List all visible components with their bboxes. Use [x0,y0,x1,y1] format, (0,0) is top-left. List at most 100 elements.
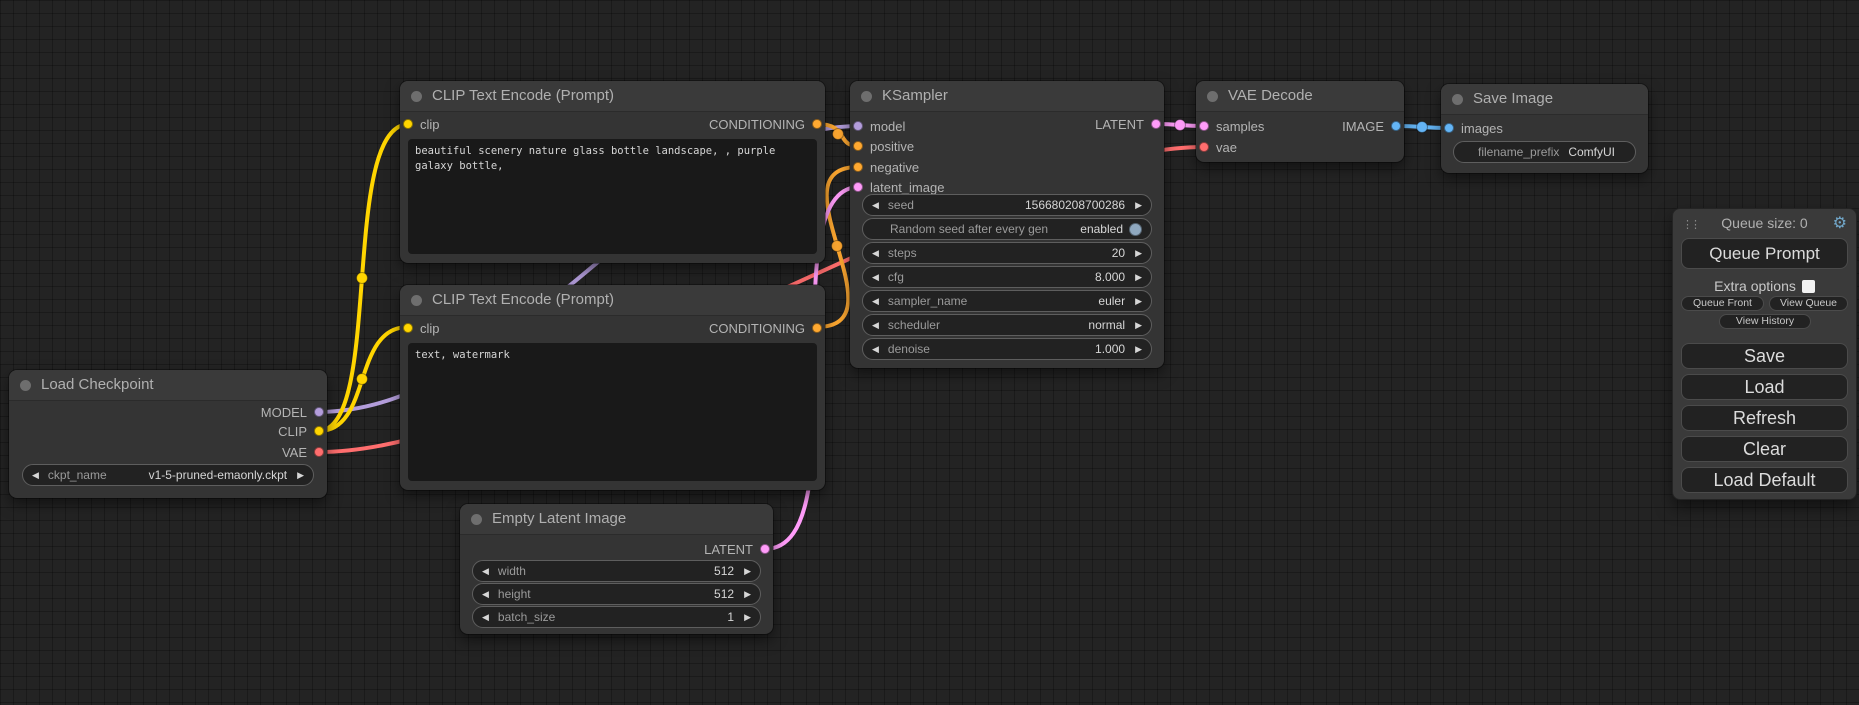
save-button[interactable]: Save [1681,343,1848,369]
conditioning-port-dot[interactable] [853,141,863,151]
output-port-conditioning[interactable]: CONDITIONING [709,117,822,131]
increment-arrow-icon[interactable]: ▶ [1135,201,1142,210]
clip-port-dot[interactable] [403,119,413,129]
ckpt-name-widget[interactable]: ◀ ckpt_name v1-5-pruned-emaonly.ckpt ▶ [22,464,314,486]
image-port-dot[interactable] [1444,123,1454,133]
decrement-arrow-icon[interactable]: ◀ [872,273,879,282]
gear-icon[interactable]: ⚙ [1833,215,1847,233]
clear-button[interactable]: Clear [1681,436,1848,462]
port-label: vae [1216,140,1237,155]
increment-arrow-icon[interactable]: ▶ [744,567,751,576]
node-collapse-dot[interactable] [411,91,422,102]
load-button[interactable]: Load [1681,374,1848,400]
input-port-clip[interactable]: clip [403,117,440,131]
decrement-arrow-icon[interactable]: ◀ [482,590,489,599]
latent-port-dot[interactable] [853,182,863,192]
vae-port-dot[interactable] [1199,142,1209,152]
batch-size-widget[interactable]: ◀ batch_size 1 ▶ [472,606,761,628]
widget-value: ComfyUI [1568,145,1615,159]
node-titlebar[interactable]: Empty Latent Image [460,504,773,535]
decrement-arrow-icon[interactable]: ◀ [482,613,489,622]
seed-widget[interactable]: ◀ seed 156680208700286 ▶ [862,194,1152,216]
node-clip-text-encode-negative: CLIP Text Encode (Prompt) clip CONDITION… [400,285,825,490]
cfg-widget[interactable]: ◀ cfg 8.000 ▶ [862,266,1152,288]
increment-arrow-icon[interactable]: ▶ [1135,273,1142,282]
negative-prompt-textarea[interactable]: text, watermark [408,343,817,481]
output-port-model[interactable]: MODEL [261,405,324,419]
decrement-arrow-icon[interactable]: ◀ [872,297,879,306]
node-titlebar[interactable]: CLIP Text Encode (Prompt) [400,285,825,316]
image-port-dot[interactable] [1391,121,1401,131]
input-port-images[interactable]: images [1444,121,1503,135]
input-port-negative[interactable]: negative [853,160,919,174]
decrement-arrow-icon[interactable]: ◀ [872,249,879,258]
input-port-clip[interactable]: clip [403,321,440,335]
node-titlebar[interactable]: Save Image [1441,84,1648,115]
increment-arrow-icon[interactable]: ▶ [744,613,751,622]
increment-arrow-icon[interactable]: ▶ [1135,249,1142,258]
height-widget[interactable]: ◀ height 512 ▶ [472,583,761,605]
filename-prefix-widget[interactable]: filename_prefix ComfyUI [1453,141,1636,163]
input-port-vae[interactable]: vae [1199,140,1237,154]
view-history-button[interactable]: View History [1719,314,1811,329]
view-queue-button[interactable]: View Queue [1769,296,1848,311]
toggle-enabled-icon[interactable] [1129,223,1142,236]
vae-port-dot[interactable] [314,447,324,457]
random-seed-toggle-widget[interactable]: Random seed after every gen enabled [862,218,1152,240]
conditioning-port-dot[interactable] [812,119,822,129]
latent-port-dot[interactable] [1151,119,1161,129]
queue-panel: ⋮⋮ Queue size: 0 ⚙ Queue Prompt Extra op… [1672,208,1857,500]
width-widget[interactable]: ◀ width 512 ▶ [472,560,761,582]
decrement-arrow-icon[interactable]: ◀ [872,201,879,210]
increment-arrow-icon[interactable]: ▶ [1135,345,1142,354]
model-port-dot[interactable] [853,121,863,131]
sampler-name-widget[interactable]: ◀ sampler_name euler ▶ [862,290,1152,312]
input-port-samples[interactable]: samples [1199,119,1264,133]
node-collapse-dot[interactable] [1452,94,1463,105]
input-port-model[interactable]: model [853,119,905,133]
latent-port-dot[interactable] [1199,121,1209,131]
output-port-vae[interactable]: VAE [282,445,324,459]
comfyui-canvas[interactable]: { "icons": { "arrow_left": "◀", "arrow_r… [0,0,1859,705]
latent-port-dot[interactable] [760,544,770,554]
steps-widget[interactable]: ◀ steps 20 ▶ [862,242,1152,264]
node-collapse-dot[interactable] [20,380,31,391]
output-port-latent[interactable]: LATENT [704,542,770,556]
increment-arrow-icon[interactable]: ▶ [1135,321,1142,330]
node-titlebar[interactable]: KSampler [850,81,1164,112]
node-titlebar[interactable]: Load Checkpoint [9,370,327,401]
positive-prompt-textarea[interactable]: beautiful scenery nature glass bottle la… [408,139,817,254]
clip-port-dot[interactable] [314,426,324,436]
output-port-latent[interactable]: LATENT [1095,117,1161,131]
refresh-button[interactable]: Refresh [1681,405,1848,431]
increment-arrow-icon[interactable]: ▶ [297,471,304,480]
increment-arrow-icon[interactable]: ▶ [1135,297,1142,306]
output-port-image[interactable]: IMAGE [1342,119,1401,133]
decrement-arrow-icon[interactable]: ◀ [32,471,39,480]
model-port-dot[interactable] [314,407,324,417]
node-collapse-dot[interactable] [1207,91,1218,102]
node-titlebar[interactable]: CLIP Text Encode (Prompt) [400,81,825,112]
scheduler-widget[interactable]: ◀ scheduler normal ▶ [862,314,1152,336]
clip-port-dot[interactable] [403,323,413,333]
denoise-widget[interactable]: ◀ denoise 1.000 ▶ [862,338,1152,360]
decrement-arrow-icon[interactable]: ◀ [482,567,489,576]
queue-prompt-button[interactable]: Queue Prompt [1681,238,1848,269]
node-titlebar[interactable]: VAE Decode [1196,81,1404,112]
input-port-positive[interactable]: positive [853,139,914,153]
decrement-arrow-icon[interactable]: ◀ [872,321,879,330]
node-collapse-dot[interactable] [411,295,422,306]
node-collapse-dot[interactable] [861,91,872,102]
input-port-latent-image[interactable]: latent_image [853,180,944,194]
extra-options-checkbox[interactable] [1802,280,1815,293]
decrement-arrow-icon[interactable]: ◀ [872,345,879,354]
output-port-conditioning[interactable]: CONDITIONING [709,321,822,335]
conditioning-port-dot[interactable] [812,323,822,333]
output-port-clip[interactable]: CLIP [278,424,324,438]
node-collapse-dot[interactable] [471,514,482,525]
conditioning-port-dot[interactable] [853,162,863,172]
drag-handle-icon[interactable]: ⋮⋮ [1682,218,1698,231]
increment-arrow-icon[interactable]: ▶ [744,590,751,599]
queue-front-button[interactable]: Queue Front [1681,296,1764,311]
load-default-button[interactable]: Load Default [1681,467,1848,493]
